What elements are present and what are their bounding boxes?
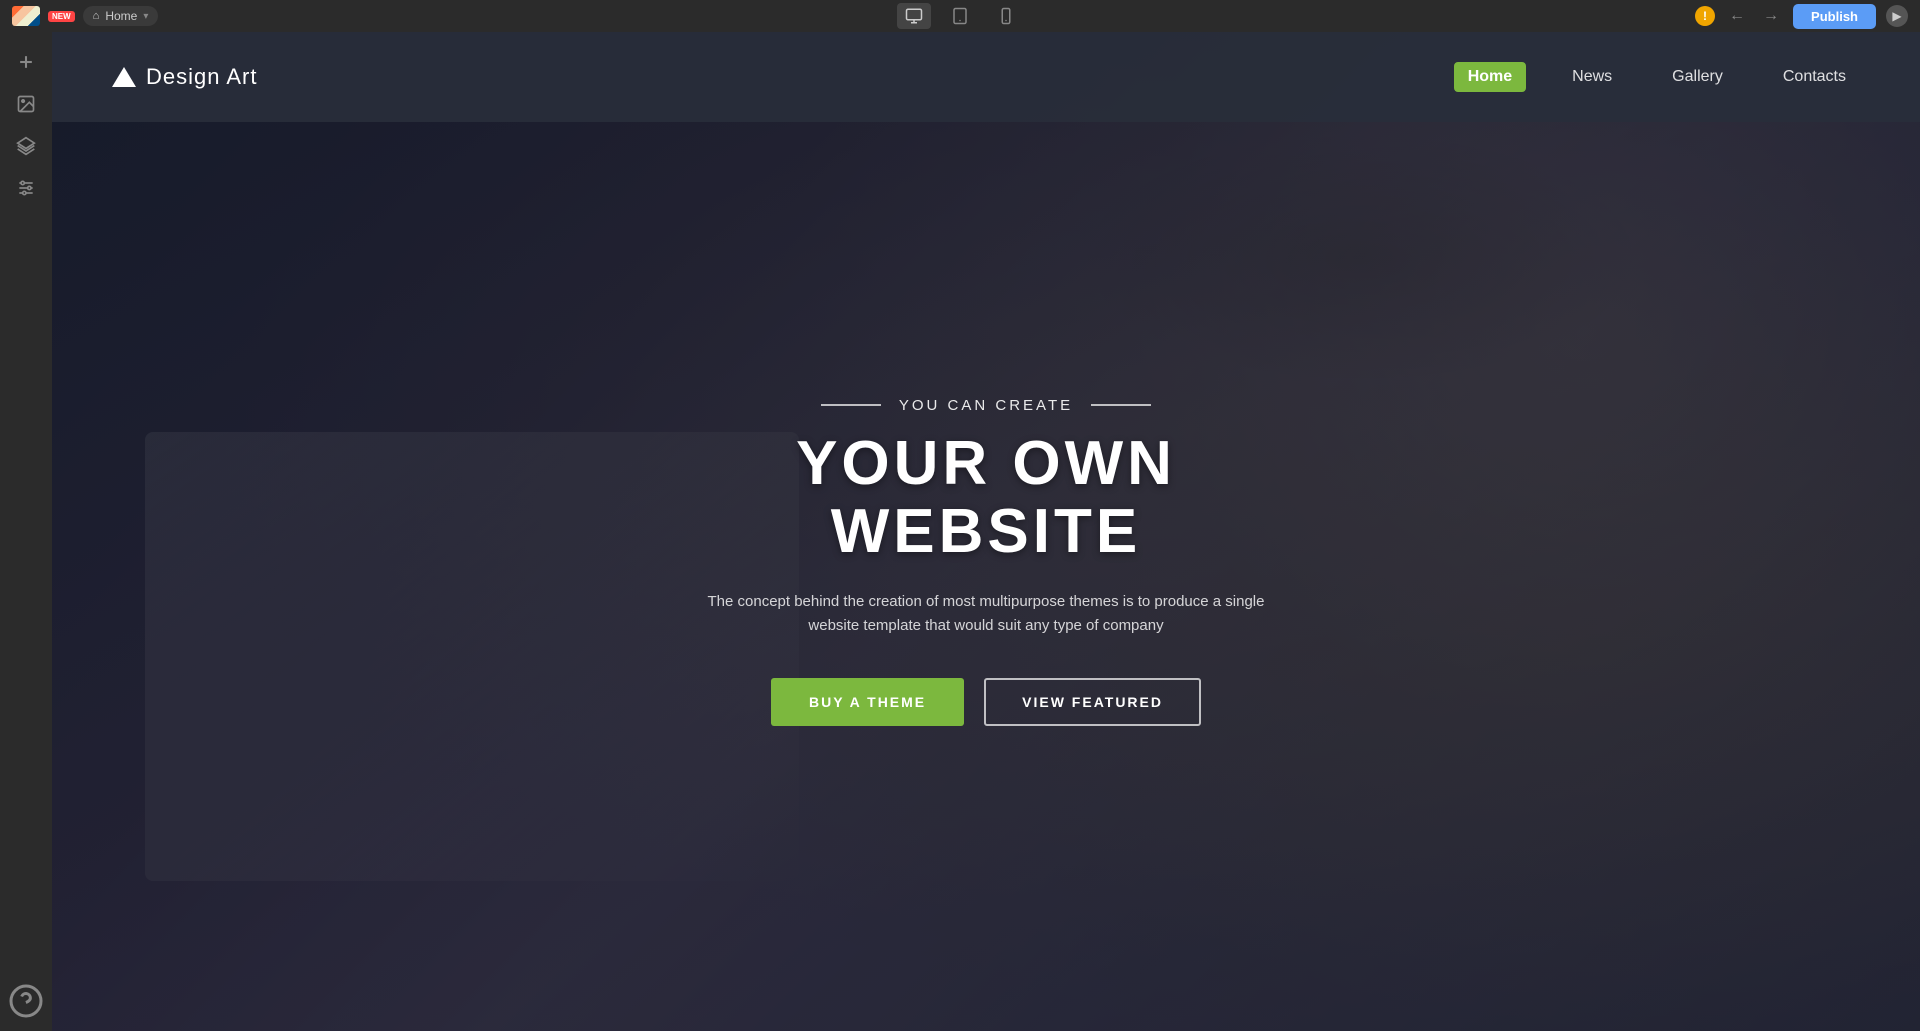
nav-item-contacts[interactable]: Contacts	[1769, 62, 1860, 92]
redo-button[interactable]: →	[1759, 5, 1783, 27]
tablet-icon	[951, 7, 969, 25]
new-badge: NEW	[48, 11, 75, 22]
plus-icon	[16, 52, 36, 72]
chevron-down-icon: ▾	[143, 11, 148, 22]
hero-content: YOU CAN CREATE YOUR OWN WEBSITE The conc…	[636, 337, 1336, 726]
os-bar-right: ! ← → Publish ▶	[1695, 4, 1908, 29]
mobile-icon	[997, 7, 1015, 25]
home-pill[interactable]: ⌂ Home ▾	[83, 6, 159, 26]
site-header: Design Art Home News Gallery Contacts	[52, 32, 1920, 122]
monitor-icon	[905, 7, 923, 25]
account-icon[interactable]: ▶	[1886, 5, 1908, 27]
site-logo-text: Design Art	[146, 64, 258, 90]
publish-button[interactable]: Publish	[1793, 4, 1876, 29]
add-element-tool[interactable]	[8, 44, 44, 80]
desktop-view-button[interactable]	[897, 3, 931, 29]
view-switcher	[897, 3, 1023, 29]
hero-tagline: YOU CAN CREATE	[636, 397, 1336, 414]
site-nav: Home News Gallery Contacts	[1454, 62, 1860, 92]
tagline-line-right	[1091, 404, 1151, 406]
help-icon	[8, 983, 44, 1019]
layers-icon	[16, 136, 36, 156]
home-icon: ⌂	[93, 10, 100, 22]
hero-buttons: BUY A THEME VIEW FEATURED	[636, 678, 1336, 726]
nav-item-home[interactable]: Home	[1454, 62, 1526, 92]
logo-triangle-icon	[112, 67, 136, 87]
buy-theme-button[interactable]: BUY A THEME	[771, 678, 964, 726]
layers-tool[interactable]	[8, 128, 44, 164]
help-tool[interactable]	[8, 983, 44, 1019]
hero-description: The concept behind the creation of most …	[706, 590, 1266, 638]
view-featured-button[interactable]: VIEW FEATURED	[984, 678, 1201, 726]
tablet-view-button[interactable]	[943, 3, 977, 29]
app-logo-icon	[12, 6, 40, 26]
left-sidebar	[0, 32, 52, 1031]
os-bar-left: NEW ⌂ Home ▾	[12, 6, 158, 26]
tagline-line-left	[821, 404, 881, 406]
site-logo: Design Art	[112, 64, 258, 90]
editor-layout: Design Art Home News Gallery Contacts YO…	[0, 32, 1920, 1031]
media-tool[interactable]	[8, 86, 44, 122]
hero-title: YOUR OWN WEBSITE	[636, 430, 1336, 566]
home-label: Home	[105, 9, 137, 23]
warning-icon: !	[1695, 6, 1715, 26]
os-bar: NEW ⌂ Home ▾ ! ← → Publish ▶	[0, 0, 1920, 32]
nav-item-news[interactable]: News	[1558, 62, 1626, 92]
nav-item-gallery[interactable]: Gallery	[1658, 62, 1737, 92]
settings-tool[interactable]	[8, 170, 44, 206]
website-preview: Design Art Home News Gallery Contacts YO…	[52, 32, 1920, 1031]
mobile-view-button[interactable]	[989, 3, 1023, 29]
canvas-area: Design Art Home News Gallery Contacts YO…	[52, 32, 1920, 1031]
image-icon	[16, 94, 36, 114]
tagline-text: YOU CAN CREATE	[899, 397, 1073, 414]
sliders-icon	[16, 178, 36, 198]
undo-button[interactable]: ←	[1725, 5, 1749, 27]
